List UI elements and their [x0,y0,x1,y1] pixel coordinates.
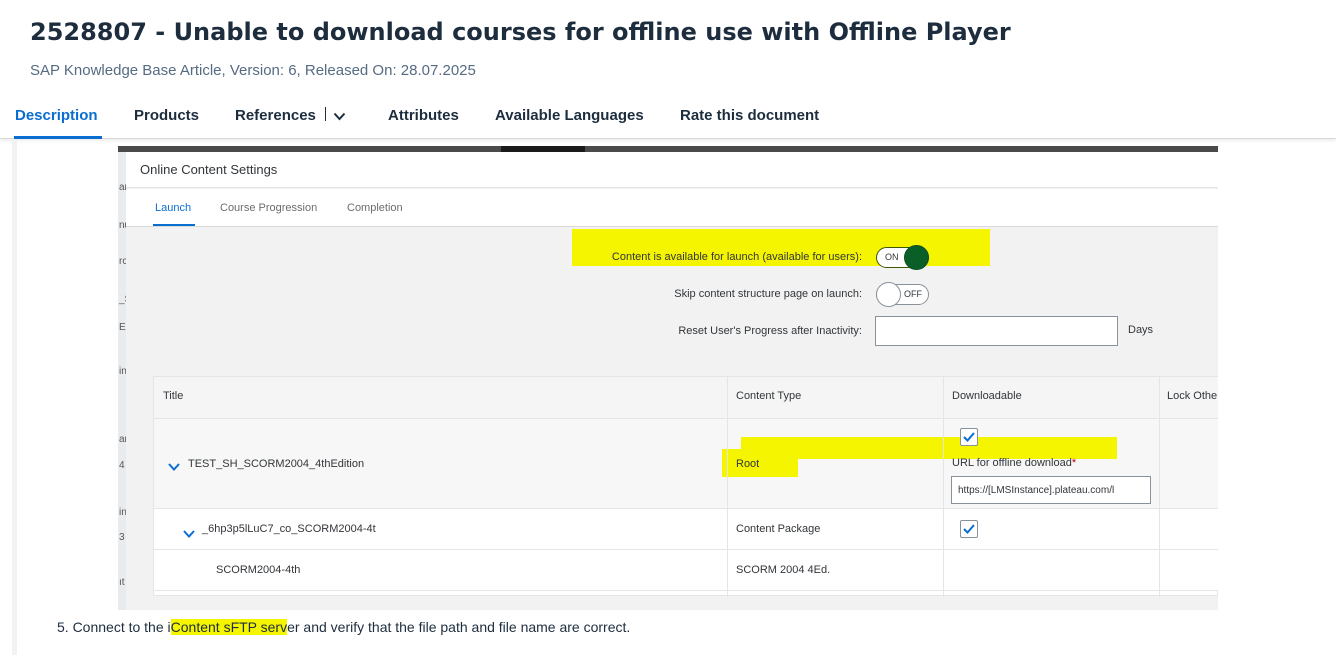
highlight-marker [741,437,1117,459]
downloadable-checkbox[interactable] [960,520,978,538]
reset-progress-label: Reset User's Progress after Inactivity: [678,325,862,337]
step-text: er and verify that the file path and fil… [287,619,631,635]
column-divider [943,377,944,597]
chevron-down-icon[interactable] [333,108,346,125]
background-page-sliver: ar nu rc _S E in ar 4 in 3 ıt [118,152,131,610]
toggle-knob [876,282,901,307]
table-row[interactable]: _6hp3p5lLuC7_co_SCORM2004-4t Content Pac… [154,509,1218,550]
tab-launch[interactable]: Launch [155,202,191,214]
dialog-tabbar: Launch Course Progression Completion [126,189,1218,227]
dialog-active-tab-indicator [153,224,195,226]
column-header-lock[interactable]: Lock Othe [1167,390,1217,402]
dialog-title: Online Content Settings [140,162,278,177]
background-text: E [119,322,126,333]
article-tabbar: Description Products References Attribut… [0,96,1336,139]
step-text: 5. Connect to the i [57,619,171,635]
tab-products[interactable]: Products [134,107,199,124]
available-for-launch-toggle[interactable]: ON [876,245,929,270]
required-marker: * [1071,457,1077,469]
tab-available-languages[interactable]: Available Languages [495,107,644,124]
row-title: SCORM2004-4th [216,564,301,576]
column-header-content-type[interactable]: Content Type [736,390,801,402]
background-text: 4 [119,460,125,471]
column-header-downloadable[interactable]: Downloadable [952,390,1022,402]
reset-inactivity-input[interactable] [875,316,1118,346]
offline-url-label: URL for offline download* [952,457,1076,469]
skip-structure-label: Skip content structure page on launch: [674,288,862,300]
row-content-type: SCORM 2004 4Ed. [736,564,831,576]
offline-url-input[interactable]: https://[LMSInstance].plateau.com/l [951,476,1151,504]
article-meta: SAP Knowledge Base Article, Version: 6, … [30,62,476,79]
content-table: Title Content Type Downloadable Lock Oth… [153,376,1218,597]
tab-completion[interactable]: Completion [347,202,403,214]
tab-rate-document[interactable]: Rate this document [680,107,819,124]
online-content-settings-dialog: Online Content Settings Launch Course Pr… [126,152,1218,610]
chevron-down-icon[interactable] [168,458,180,476]
row-content-type: Content Package [736,523,821,535]
tab-course-progression[interactable]: Course Progression [220,202,317,214]
column-divider [727,377,728,597]
row-content-type: Root [736,458,760,470]
chevron-down-icon[interactable] [183,525,195,543]
skip-structure-toggle[interactable]: OFF [876,282,929,307]
tab-attributes[interactable]: Attributes [388,107,459,124]
downloadable-checkbox[interactable] [960,428,978,446]
table-row[interactable]: TEST_SH_SCORM2004_4thEdition Root URL fo… [154,419,1218,509]
offline-url-label-text: URL for offline download [952,457,1072,469]
table-row[interactable]: SCORM2004-4th SCORM 2004 4Ed. [154,550,1218,591]
highlighted-text: Content sFTP serv [170,619,288,635]
tab-separator [324,107,326,121]
tab-description[interactable]: Description [15,107,98,124]
active-tab-indicator [14,136,102,139]
toggle-state-text: OFF [904,289,922,299]
dialog-header: Online Content Settings [126,152,1218,188]
column-header-title[interactable]: Title [163,390,183,402]
row-title: _6hp3p5lLuC7_co_SCORM2004-4t [202,523,376,535]
page-title: 2528807 - Unable to download courses for… [30,18,1011,46]
background-text: ıt [119,577,125,588]
table-header-row: Title Content Type Downloadable Lock Oth… [154,377,1218,419]
tab-references[interactable]: References [235,107,346,125]
toggle-knob [904,245,929,270]
available-for-launch-label: Content is available for launch (availab… [611,251,862,263]
background-text: 3 [119,532,125,543]
days-unit-label: Days [1128,324,1154,336]
settings-screenshot: ar nu rc _S E in ar 4 in 3 ıt Online Con… [118,146,1218,610]
column-divider [1159,377,1160,597]
row-title: TEST_SH_SCORM2004_4thEdition [188,458,365,470]
tab-references-label: References [235,107,316,124]
content-left-border [12,140,17,655]
instruction-step: 5. Connect to the iContent sFTP server a… [57,619,630,635]
toggle-state-text: ON [885,252,899,262]
